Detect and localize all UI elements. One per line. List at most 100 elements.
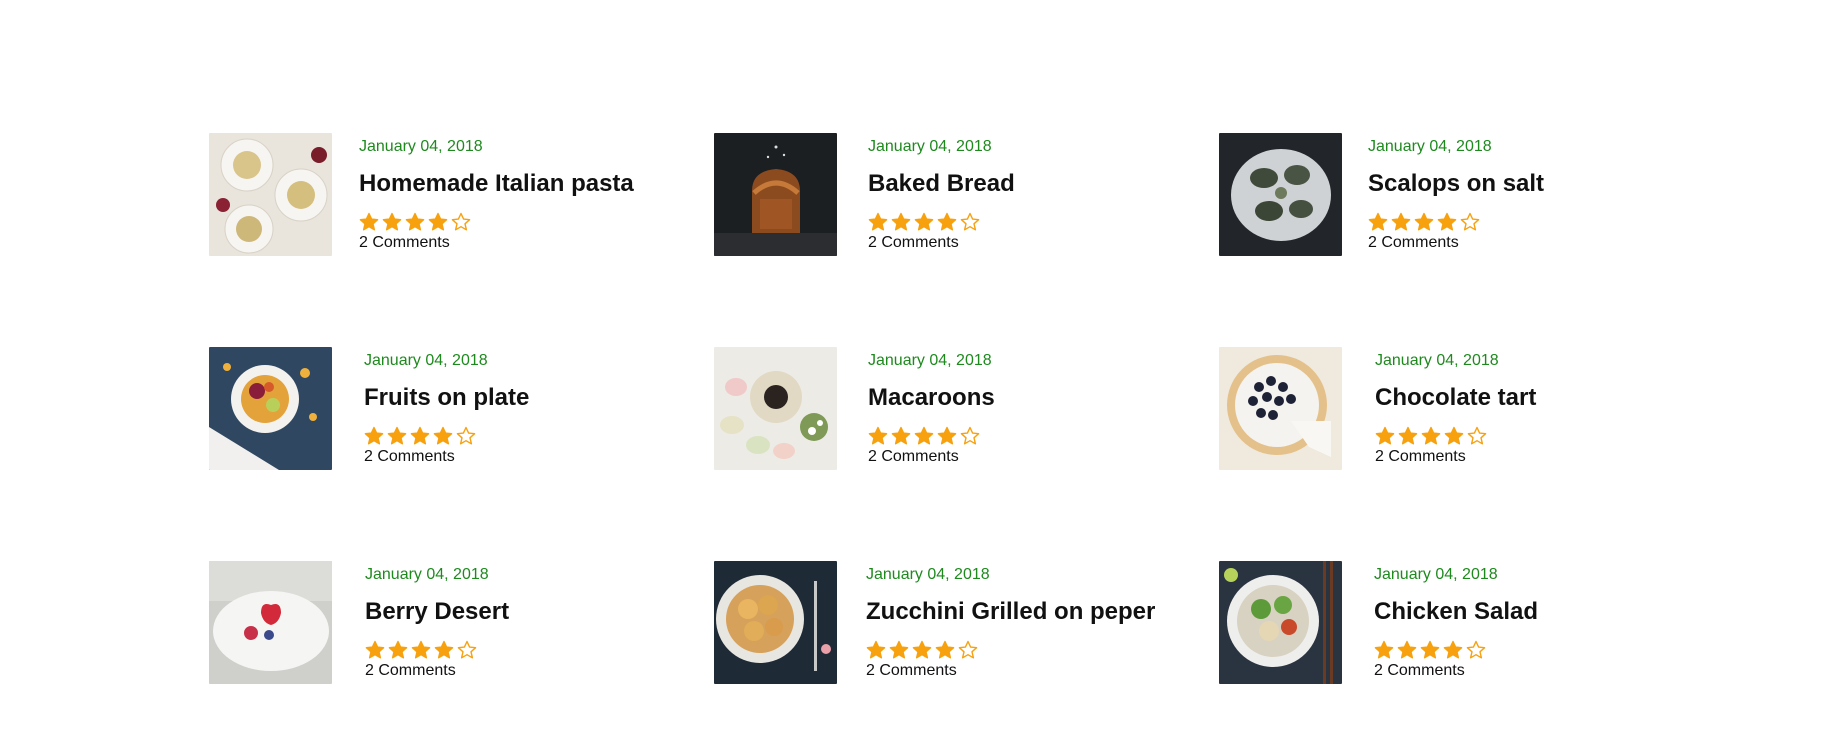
star-filled-icon bbox=[891, 212, 911, 232]
star-filled-icon bbox=[1443, 640, 1463, 660]
star-filled-icon bbox=[1375, 426, 1395, 446]
star-filled-icon bbox=[428, 212, 448, 232]
post-date: January 04, 2018 bbox=[1375, 352, 1499, 369]
star-filled-icon bbox=[889, 640, 909, 660]
star-filled-icon bbox=[1421, 426, 1441, 446]
star-filled-icon bbox=[410, 426, 430, 446]
post-date: January 04, 2018 bbox=[868, 138, 992, 155]
star-filled-icon bbox=[1397, 640, 1417, 660]
post-date: January 04, 2018 bbox=[868, 352, 992, 369]
star-filled-icon bbox=[937, 212, 957, 232]
fruits-image[interactable] bbox=[209, 347, 332, 470]
star-filled-icon bbox=[1414, 212, 1434, 232]
post-date: January 04, 2018 bbox=[365, 566, 489, 583]
post-title[interactable]: Chocolate tart bbox=[1375, 383, 1536, 413]
post-title[interactable]: Berry Desert bbox=[365, 597, 509, 627]
post-title[interactable]: Homemade Italian pasta bbox=[359, 169, 634, 199]
post-card: January 04, 2018 Scalops on salt 2 Comme… bbox=[1219, 133, 1699, 257]
star-filled-icon bbox=[868, 212, 888, 232]
post-date: January 04, 2018 bbox=[1374, 566, 1498, 583]
rating-stars bbox=[868, 425, 995, 447]
post-date: January 04, 2018 bbox=[1368, 138, 1492, 155]
star-empty-icon bbox=[1467, 426, 1487, 446]
star-empty-icon bbox=[456, 426, 476, 446]
star-filled-icon bbox=[1437, 212, 1457, 232]
post-title[interactable]: Chicken Salad bbox=[1374, 597, 1538, 627]
rating-stars bbox=[1368, 211, 1544, 233]
comments-link[interactable]: 2 Comments bbox=[868, 233, 1015, 253]
scallops-image[interactable] bbox=[1219, 133, 1342, 256]
rating-stars bbox=[1375, 425, 1536, 447]
bread-image[interactable] bbox=[714, 133, 837, 256]
post-date: January 04, 2018 bbox=[364, 352, 488, 369]
star-filled-icon bbox=[1391, 212, 1411, 232]
comments-link[interactable]: 2 Comments bbox=[364, 447, 529, 467]
macaroons-image[interactable] bbox=[714, 347, 837, 470]
star-filled-icon bbox=[1398, 426, 1418, 446]
comments-link[interactable]: 2 Comments bbox=[359, 233, 634, 253]
post-title[interactable]: Macaroons bbox=[868, 383, 995, 413]
star-empty-icon bbox=[958, 640, 978, 660]
post-card: January 04, 2018 Homemade Italian pasta … bbox=[209, 133, 689, 257]
rating-stars bbox=[364, 425, 529, 447]
comments-link[interactable]: 2 Comments bbox=[1375, 447, 1536, 467]
rating-stars bbox=[868, 211, 1015, 233]
star-filled-icon bbox=[411, 640, 431, 660]
post-card: January 04, 2018 Chicken Salad 2 Comment… bbox=[1219, 561, 1699, 685]
star-filled-icon bbox=[388, 640, 408, 660]
tart-image[interactable] bbox=[1219, 347, 1342, 470]
comments-link[interactable]: 2 Comments bbox=[868, 447, 995, 467]
star-filled-icon bbox=[935, 640, 955, 660]
post-card: January 04, 2018 Baked Bread 2 Comments bbox=[714, 133, 1194, 257]
star-filled-icon bbox=[868, 426, 888, 446]
star-filled-icon bbox=[914, 212, 934, 232]
comments-link[interactable]: 2 Comments bbox=[1374, 661, 1538, 681]
post-card: January 04, 2018 Zucchini Grilled on pep… bbox=[714, 561, 1194, 685]
star-filled-icon bbox=[382, 212, 402, 232]
comments-link[interactable]: 2 Comments bbox=[365, 661, 509, 681]
post-card: January 04, 2018 Fruits on plate 2 Comme… bbox=[209, 347, 689, 471]
rating-stars bbox=[359, 211, 634, 233]
star-filled-icon bbox=[914, 426, 934, 446]
post-title[interactable]: Zucchini Grilled on peper bbox=[866, 597, 1155, 627]
star-filled-icon bbox=[364, 426, 384, 446]
post-title[interactable]: Scalops on salt bbox=[1368, 169, 1544, 199]
berry-image[interactable] bbox=[209, 561, 332, 684]
star-filled-icon bbox=[1374, 640, 1394, 660]
post-date: January 04, 2018 bbox=[866, 566, 990, 583]
star-filled-icon bbox=[405, 212, 425, 232]
star-filled-icon bbox=[433, 426, 453, 446]
star-empty-icon bbox=[960, 426, 980, 446]
star-empty-icon bbox=[1466, 640, 1486, 660]
post-card: January 04, 2018 Macaroons 2 Comments bbox=[714, 347, 1194, 471]
post-card: January 04, 2018 Berry Desert 2 Comments bbox=[209, 561, 689, 685]
comments-link[interactable]: 2 Comments bbox=[1368, 233, 1544, 253]
post-title[interactable]: Fruits on plate bbox=[364, 383, 529, 413]
star-filled-icon bbox=[387, 426, 407, 446]
star-filled-icon bbox=[937, 426, 957, 446]
star-filled-icon bbox=[434, 640, 454, 660]
star-empty-icon bbox=[960, 212, 980, 232]
star-filled-icon bbox=[1444, 426, 1464, 446]
rating-stars bbox=[365, 639, 509, 661]
rating-stars bbox=[1374, 639, 1538, 661]
star-filled-icon bbox=[359, 212, 379, 232]
pasta-image[interactable] bbox=[209, 133, 332, 256]
star-filled-icon bbox=[891, 426, 911, 446]
star-filled-icon bbox=[1420, 640, 1440, 660]
star-filled-icon bbox=[912, 640, 932, 660]
star-empty-icon bbox=[1460, 212, 1480, 232]
post-title[interactable]: Baked Bread bbox=[868, 169, 1015, 199]
post-grid: January 04, 2018 Homemade Italian pasta … bbox=[0, 0, 1848, 752]
star-filled-icon bbox=[1368, 212, 1388, 232]
post-card: January 04, 2018 Chocolate tart 2 Commen… bbox=[1219, 347, 1699, 471]
star-empty-icon bbox=[457, 640, 477, 660]
star-filled-icon bbox=[365, 640, 385, 660]
comments-link[interactable]: 2 Comments bbox=[866, 661, 1155, 681]
salad-image[interactable] bbox=[1219, 561, 1342, 684]
post-date: January 04, 2018 bbox=[359, 138, 483, 155]
star-filled-icon bbox=[866, 640, 886, 660]
star-empty-icon bbox=[451, 212, 471, 232]
rating-stars bbox=[866, 639, 1155, 661]
zucchini-image[interactable] bbox=[714, 561, 837, 684]
